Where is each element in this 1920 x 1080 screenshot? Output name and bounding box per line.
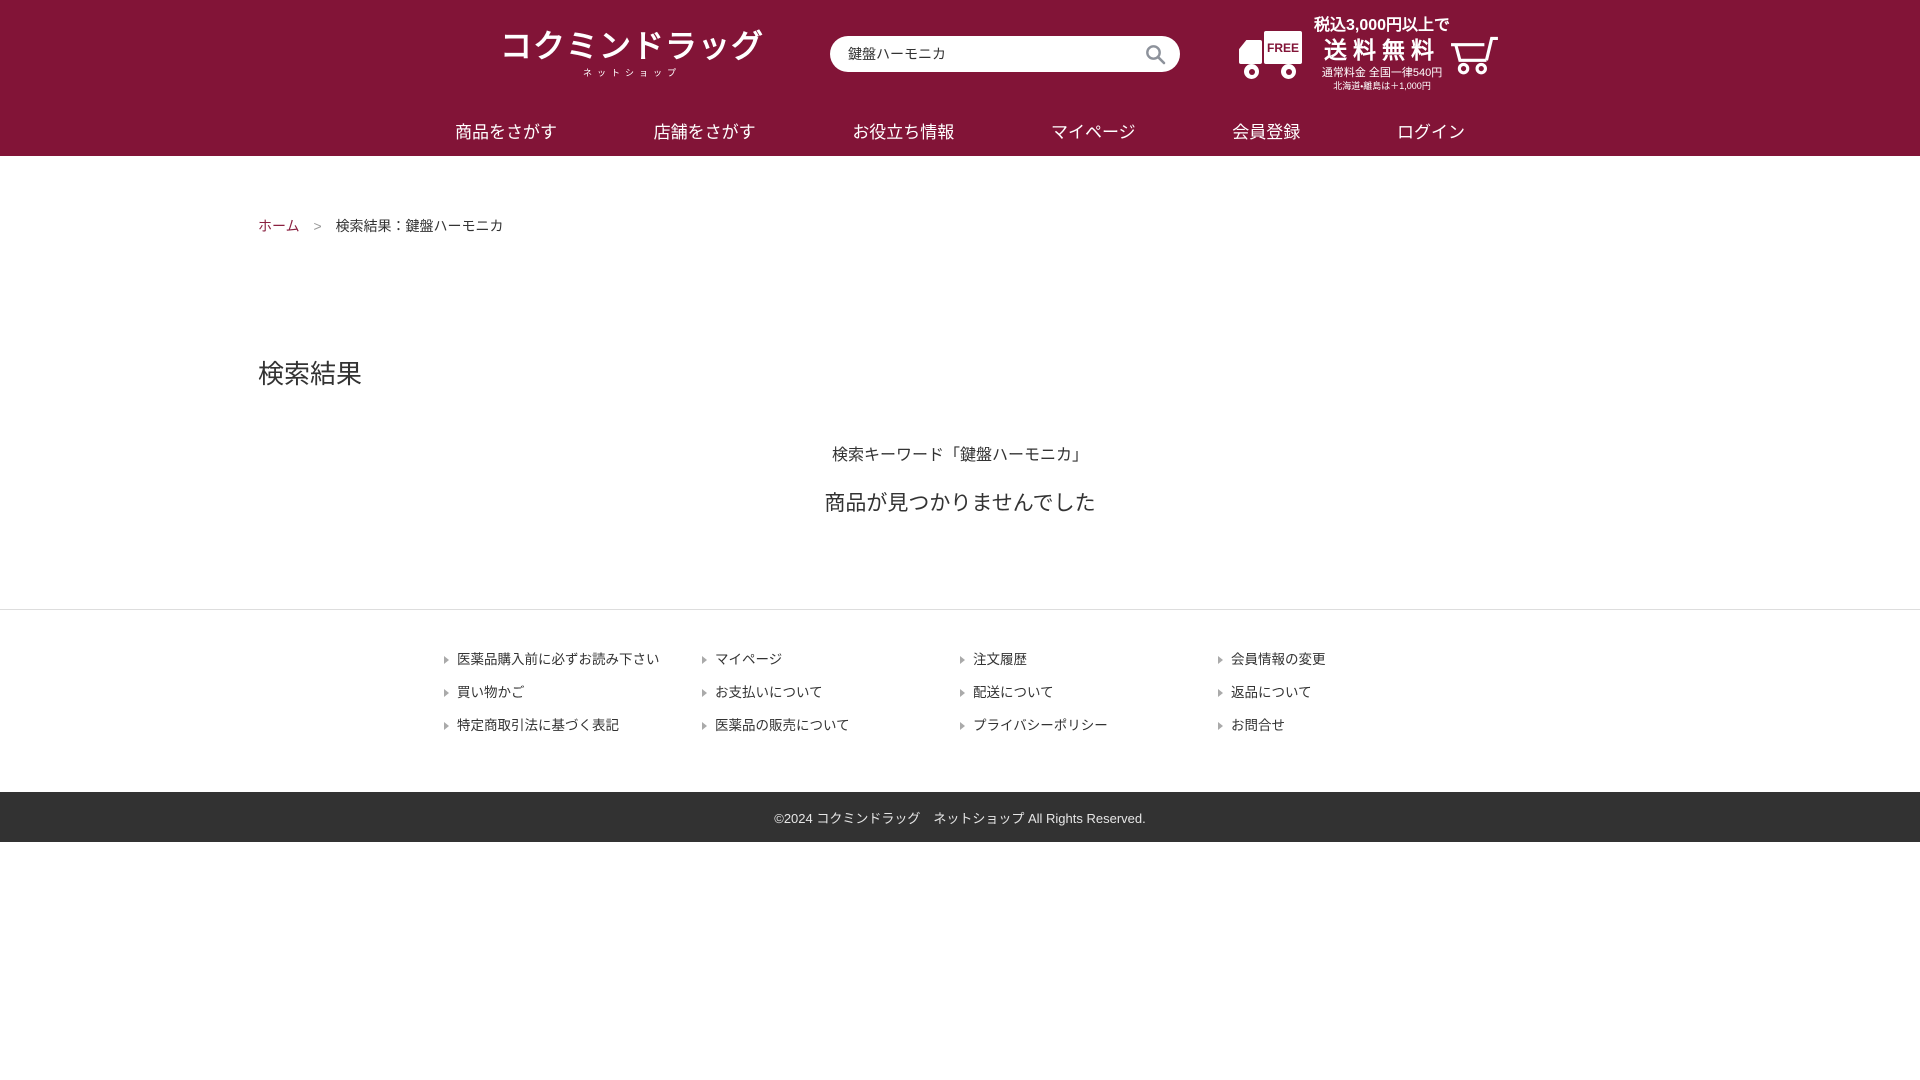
search-keyword-text: 検索キーワード「鍵盤ハーモニカ」 [831, 447, 1088, 464]
link-arrow-icon [960, 689, 965, 697]
footer-column-1: 医薬品購入前に必ずお読み下さい 買い物かご 特定商取引法に基づく表記 [444, 650, 702, 749]
site-logo[interactable]: コクミンドラッグ ネットショップ [500, 29, 764, 79]
nav-item-useful-info[interactable]: お役立ち情報 [852, 118, 954, 143]
link-arrow-icon [444, 689, 449, 697]
search-input[interactable] [830, 46, 1146, 62]
shipping-free-text: 送料無料 [1324, 36, 1441, 63]
footer-column-2: マイページ お支払いについて 医薬品の販売について [702, 650, 960, 749]
breadcrumb: ホーム > 検索結果：鍵盤ハーモニカ [258, 216, 1662, 236]
footer-link-payment[interactable]: お支払いについて [702, 683, 960, 703]
footer-link-columns: 医薬品購入前に必ずお読み下さい 買い物かご 特定商取引法に基づく表記 マイページ… [444, 650, 1476, 749]
link-arrow-icon [960, 656, 965, 664]
free-shipping-banner: FREE 税込3,000円以上で 送料無料 通常料金 全国一律540円 北海道・… [1236, 17, 1450, 92]
search-icon [1145, 44, 1166, 65]
shipping-remote-fee: 北海道・離島は＋1,000円 [1333, 81, 1431, 92]
footer: 医薬品購入前に必ずお読み下さい 買い物かご 特定商取引法に基づく表記 マイページ… [0, 609, 1920, 792]
link-arrow-icon [1218, 689, 1223, 697]
footer-link-medicine-sales[interactable]: 医薬品の販売について [702, 716, 960, 736]
search-button[interactable] [1145, 44, 1180, 65]
footer-link-order-history[interactable]: 注文履歴 [960, 650, 1218, 670]
footer-column-4: 会員情報の変更 返品について お問合せ [1218, 650, 1476, 749]
shipping-text: 税込3,000円以上で 送料無料 通常料金 全国一律540円 北海道・離島は＋1… [1314, 17, 1450, 92]
no-results-message: 商品が見つかりませんでした [824, 492, 1096, 515]
cart-button[interactable] [1450, 33, 1500, 75]
footer-link-member-info[interactable]: 会員情報の変更 [1218, 650, 1476, 670]
link-arrow-icon [1218, 656, 1223, 664]
breadcrumb-home-link[interactable]: ホーム [258, 218, 300, 234]
logo-subtitle: ネットショップ [583, 68, 682, 78]
footer-link-privacy-policy[interactable]: プライバシーポリシー [960, 716, 1218, 736]
search-box [830, 36, 1181, 72]
footer-link-before-purchase[interactable]: 医薬品購入前に必ずお読み下さい [444, 650, 702, 670]
page-title: 検索結果 [258, 359, 363, 389]
footer-link-mypage[interactable]: マイページ [702, 650, 960, 670]
link-arrow-icon [702, 689, 707, 697]
logo-title: コクミンドラッグ [500, 28, 765, 64]
nav-item-mypage[interactable]: マイページ [1051, 118, 1136, 143]
link-arrow-icon [1218, 722, 1223, 730]
main-nav: 商品をさがす 店舗をさがす お役立ち情報 マイページ 会員登録 ログイン [455, 108, 1465, 152]
link-arrow-icon [702, 722, 707, 730]
shipping-condition: 税込3,000円以上で [1314, 16, 1451, 34]
link-arrow-icon [702, 656, 707, 664]
free-badge: FREE [1264, 31, 1303, 64]
footer-link-commercial-law[interactable]: 特定商取引法に基づく表記 [444, 716, 702, 736]
nav-item-find-products[interactable]: 商品をさがす [455, 118, 557, 143]
footer-column-3: 注文履歴 配送について プライバシーポリシー [960, 650, 1218, 749]
cart-icon [1450, 33, 1500, 75]
copyright-text: ©2024 コクミンドラッグ ネットショップ All Rights Reserv… [774, 810, 1146, 826]
footer-link-delivery[interactable]: 配送について [960, 683, 1218, 703]
nav-item-login[interactable]: ログイン [1397, 118, 1465, 143]
search-result-message: 検索キーワード「鍵盤ハーモニカ」 商品が見つかりませんでした [258, 441, 1662, 517]
header-top: コクミンドラッグ ネットショップ FREE [0, 0, 1920, 108]
shipping-normal-fee: 通常料金 全国一律540円 [1321, 67, 1443, 80]
nav-item-find-stores[interactable]: 店舗をさがす [654, 118, 756, 143]
site-header: コクミンドラッグ ネットショップ FREE [0, 0, 1920, 156]
link-arrow-icon [444, 722, 449, 730]
breadcrumb-current: 検索結果：鍵盤ハーモニカ [335, 218, 504, 234]
footer-link-returns[interactable]: 返品について [1218, 683, 1476, 703]
main-content: 検索結果 検索キーワード「鍵盤ハーモニカ」 商品が見つかりませんでした [258, 354, 1662, 517]
footer-link-contact[interactable]: お問合せ [1218, 716, 1476, 736]
link-arrow-icon [444, 656, 449, 664]
nav-item-register[interactable]: 会員登録 [1232, 118, 1300, 143]
footer-link-shopping-cart[interactable]: 買い物かご [444, 683, 702, 703]
breadcrumb-separator: > [313, 218, 322, 234]
free-truck-icon: FREE [1236, 26, 1304, 82]
link-arrow-icon [960, 722, 965, 730]
copyright-bar: ©2024 コクミンドラッグ ネットショップ All Rights Reserv… [0, 792, 1920, 842]
